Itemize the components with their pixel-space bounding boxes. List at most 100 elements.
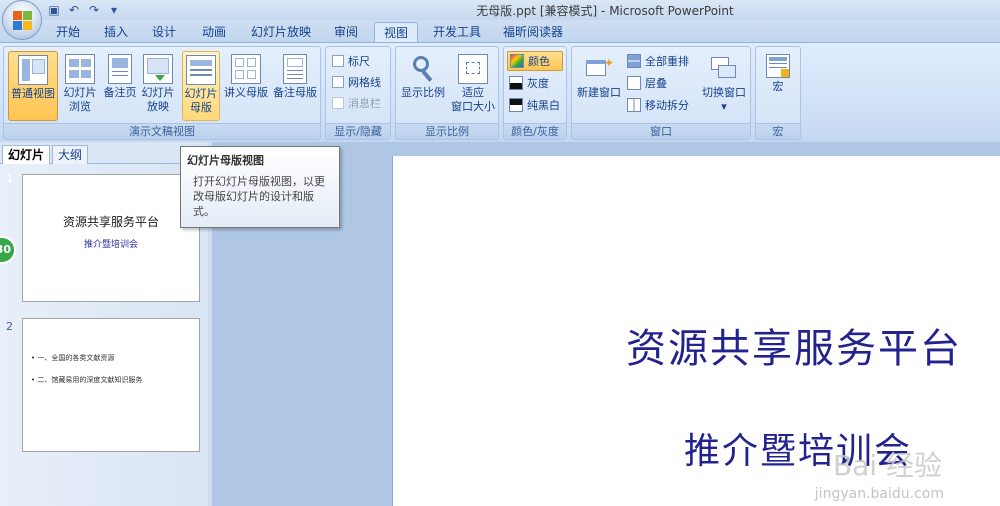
move-split-button[interactable]: 移动拆分 [627,95,689,115]
fit-label-2: 窗口大小 [451,100,495,113]
ribbon: 普通视图 幻灯片 浏览 备注页 幻灯片 放映 幻灯片 母版 讲义母版 备注母版 … [0,42,1000,142]
tab-insert[interactable]: 插入 [98,22,134,42]
notes-page-icon [108,54,132,84]
tab-design[interactable]: 设计 [146,22,182,42]
handout-master-icon [231,54,261,84]
zoom-button[interactable]: 显示比例 [398,51,448,121]
color-button[interactable]: 颜色 [507,51,563,71]
tooltip-title: 幻灯片母版视图 [187,154,264,167]
tab-home[interactable]: 开始 [50,22,86,42]
slide-thumbnails: 1 资源共享服务平台 推介暨培训会 2 • 一、全国的各类文献资源 • 二、馆藏… [0,164,208,506]
slide-master-label-1: 幻灯片 [184,87,218,100]
slides-pane: 幻灯片 大纲 × 1 资源共享服务平台 推介暨培训会 2 • 一、全国的各类文献… [0,142,208,506]
cascade-icon [627,76,641,90]
tab-foxit[interactable]: 福昕阅读器 [498,22,568,42]
normal-view-icon [18,55,48,85]
slide-show-button[interactable]: 幻灯片 放映 [138,51,178,121]
switch-windows-arrow: ▾ [721,100,727,113]
slide-show-icon [143,54,173,84]
window-title: 无母版.ppt [兼容模式] - Microsoft PowerPoint [476,4,734,18]
thumb-1-subtitle: 推介暨培训会 [83,240,138,250]
color-label: 颜色 [528,55,550,68]
macro-icon [766,54,790,78]
ruler-checkbox[interactable]: 标尺 [332,51,370,71]
group-label-presentation-views: 演示文稿视图 [4,123,320,139]
tab-developer[interactable]: 开发工具 [428,22,486,42]
normal-view-label: 普通视图 [11,87,55,100]
pane-tab-slides[interactable]: 幻灯片 [2,145,51,164]
pane-tabs: 幻灯片 大纲 × [0,142,208,164]
cascade-label: 层叠 [645,77,667,90]
message-bar-check-icon [332,97,344,109]
fit-label-1: 适应 [462,86,484,99]
switch-windows-label: 切换窗口 [702,86,746,99]
move-split-label: 移动拆分 [645,99,689,112]
group-label-show-hide: 显示/隐藏 [326,123,390,139]
fit-to-window-icon [458,54,488,84]
slide-title[interactable]: 资源共享服务平台 [393,316,1000,374]
notes-page-button[interactable]: 备注页 [100,51,140,121]
thumb-2-line-2: • 二、馆藏易用的深度文献知识服务 [31,376,143,384]
switch-windows-icon [709,54,739,84]
notes-master-button[interactable]: 备注母版 [270,51,320,121]
watermark-logo: Bai 经验 [832,449,942,482]
tab-animations[interactable]: 动画 [196,22,232,42]
thumb-2-number: 2 [6,320,13,333]
slide-master-icon [186,55,216,85]
thumb-1-title: 资源共享服务平台 [62,215,159,229]
office-button[interactable] [2,0,42,40]
gridlines-checkbox[interactable]: 网格线 [332,72,381,92]
handout-master-button[interactable]: 讲义母版 [222,51,270,121]
slide-sorter-label-2: 浏览 [69,100,91,113]
gridlines-label: 网格线 [348,76,381,89]
slide-sorter-button[interactable]: 幻灯片 浏览 [60,51,100,121]
pane-tab-outline[interactable]: 大纲 [52,145,89,164]
tab-slideshow[interactable]: 幻灯片放映 [246,22,316,42]
ribbon-tabs: 开始 插入 设计 动画 幻灯片放映 审阅 视图 开发工具 福昕阅读器 [0,20,1000,42]
black-white-button[interactable]: 纯黑白 [509,95,560,115]
new-window-button[interactable]: ✦ 新建窗口 [574,51,624,121]
normal-view-button[interactable]: 普通视图 [8,51,58,121]
group-presentation-views: 普通视图 幻灯片 浏览 备注页 幻灯片 放映 幻灯片 母版 讲义母版 备注母版 … [3,46,321,140]
move-split-icon [627,98,641,112]
watermark-url: jingyan.baidu.com [814,486,944,502]
slide-show-label-2: 放映 [147,100,169,113]
title-bar: ▣ ↶ ↷ ▾ 无母版.ppt [兼容模式] - Microsoft Power… [0,0,1000,20]
macros-label: 宏 [772,80,784,93]
thumb-1-number: 1 [6,172,13,185]
slide-show-label-1: 幻灯片 [141,86,175,99]
group-show-hide: 标尺 网格线 消息栏 显示/隐藏 [325,46,391,140]
ruler-check-icon [332,55,344,67]
fit-to-window-button[interactable]: 适应 窗口大小 [448,51,498,121]
cascade-button[interactable]: 层叠 [627,73,667,93]
notes-master-icon [283,54,307,84]
group-window: ✦ 新建窗口 全部重排 层叠 移动拆分 切换窗口 ▾ 窗口 [571,46,751,140]
zoom-label: 显示比例 [401,86,445,99]
gridlines-check-icon [332,76,344,88]
slide-sorter-icon [65,54,95,84]
slide-master-label-2: 母版 [190,101,212,114]
handout-master-label: 讲义母版 [224,86,268,99]
slide-thumbnail-2[interactable]: • 一、全国的各类文献资源 • 二、馆藏易用的深度文献知识服务 [22,318,200,452]
switch-windows-button[interactable]: 切换窗口 ▾ [698,51,750,121]
group-macro: 宏 宏 [755,46,801,140]
macros-button[interactable]: 宏 [760,51,796,121]
new-window-label: 新建窗口 [577,86,621,99]
tab-review[interactable]: 审阅 [326,22,366,42]
slide-master-button[interactable]: 幻灯片 母版 [182,51,220,121]
ruler-label: 标尺 [348,55,370,68]
black-white-label: 纯黑白 [527,99,560,112]
group-label-color: 颜色/灰度 [504,123,566,139]
office-logo-icon [13,11,33,31]
slide-master-tooltip: 幻灯片母版视图 打开幻灯片母版视图，以更改母版幻灯片的设计和版式。 [180,146,340,228]
tab-view[interactable]: 视图 [374,22,418,42]
notes-master-label: 备注母版 [273,86,317,99]
arrange-all-label: 全部重排 [645,55,689,68]
grayscale-icon [509,76,523,90]
grayscale-button[interactable]: 灰度 [509,73,549,93]
slide-thumbnail-1[interactable]: 资源共享服务平台 推介暨培训会 [22,174,200,302]
color-icon [510,54,524,68]
thumb-2-line-1: • 一、全国的各类文献资源 [31,354,115,362]
arrange-all-button[interactable]: 全部重排 [627,51,689,71]
slide-sorter-label-1: 幻灯片 [63,86,97,99]
